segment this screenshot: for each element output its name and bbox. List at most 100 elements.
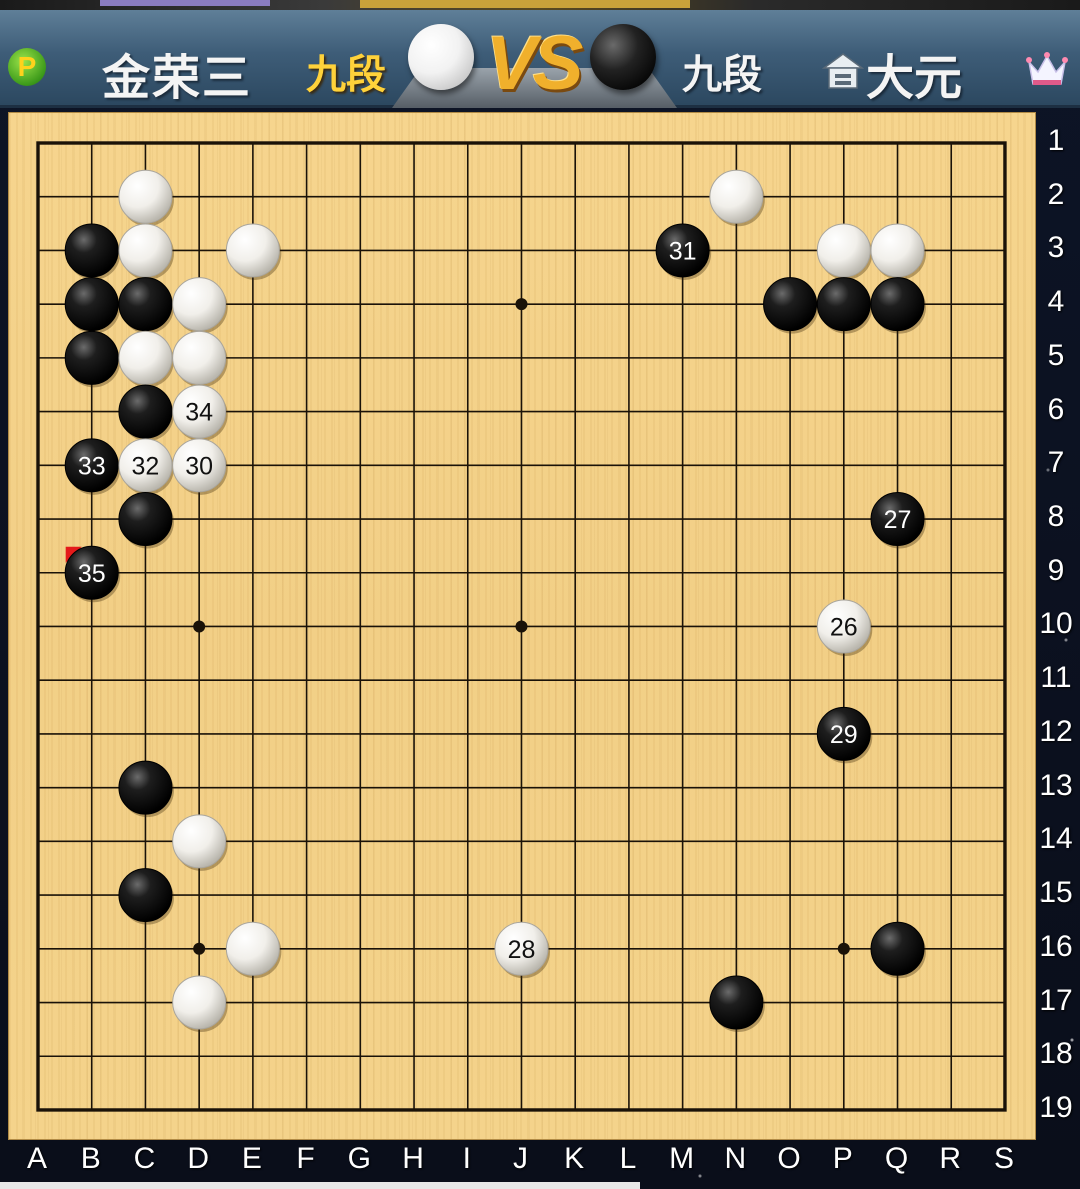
row-label: 1 [1047, 124, 1065, 157]
star-point [515, 298, 528, 311]
black-stone[interactable] [709, 975, 765, 1033]
white-stone[interactable] [172, 975, 228, 1033]
stone-body [172, 975, 227, 1030]
white-stone[interactable] [709, 169, 765, 227]
column-label: B [80, 1142, 101, 1175]
black-stone[interactable] [118, 492, 174, 549]
stone-body [64, 277, 119, 332]
black-stone[interactable]: 27 [870, 492, 927, 549]
stone-body [172, 814, 227, 869]
white-player-rank: 九段 [306, 52, 386, 98]
stone-body [64, 223, 119, 278]
move-number-label: 29 [830, 721, 858, 749]
row-label: 4 [1047, 285, 1065, 319]
white-stone[interactable] [816, 223, 873, 280]
black-stone[interactable] [64, 223, 121, 280]
black-stone[interactable] [870, 921, 927, 979]
column-label: I [462, 1142, 471, 1175]
stone-body [118, 169, 173, 224]
stone-body [870, 277, 925, 332]
stone-body [118, 868, 173, 923]
black-stone[interactable] [816, 277, 873, 334]
row-label: 2 [1047, 177, 1065, 211]
white-stone[interactable] [118, 223, 174, 280]
p-badge-icon[interactable]: P [8, 48, 46, 86]
stone-body [709, 169, 764, 224]
black-stone[interactable] [118, 277, 174, 334]
move-number-label: 28 [508, 936, 536, 964]
stone-body [225, 921, 280, 976]
white-stone[interactable] [118, 330, 174, 388]
board-grid[interactable]: 31 34 33 32 30 27 35 26 29 28 [9, 113, 1035, 1139]
top-strip-segment [100, 0, 270, 6]
white-stone[interactable] [172, 330, 228, 388]
white-stone[interactable] [172, 277, 228, 334]
column-label: P [832, 1142, 853, 1175]
row-label: 16 [1039, 929, 1073, 963]
row-label: 6 [1047, 392, 1065, 426]
bottom-progress-bar [0, 1182, 640, 1189]
row-label: 15 [1039, 876, 1073, 910]
white-stone[interactable] [870, 223, 927, 280]
move-number-label: 32 [132, 452, 160, 480]
row-label: 12 [1039, 714, 1073, 748]
top-strip-segment [360, 0, 690, 8]
row-label: 18 [1039, 1037, 1073, 1071]
players-header: P 金荣三 九段 VS 九段 大元 [0, 10, 1080, 108]
star-point [515, 620, 528, 633]
row-label: 17 [1039, 983, 1073, 1017]
black-stone[interactable] [64, 277, 121, 334]
row-label: 19 [1039, 1090, 1073, 1124]
white-stone[interactable] [225, 223, 282, 280]
column-label: M [669, 1142, 695, 1175]
row-label: 14 [1039, 822, 1073, 856]
column-label: Q [884, 1142, 909, 1175]
row-label: 13 [1039, 768, 1073, 802]
black-player-name: 大元 [866, 50, 963, 106]
stone-body [118, 760, 173, 815]
black-stone[interactable] [118, 868, 174, 925]
go-board[interactable]: 31 34 33 32 30 27 35 26 29 28 [8, 112, 1036, 1140]
white-stone[interactable] [118, 169, 174, 227]
black-stone[interactable]: 31 [655, 223, 712, 280]
stone-body [64, 330, 119, 385]
column-label: J [512, 1142, 528, 1175]
white-stone[interactable]: 32 [118, 438, 174, 495]
white-stone[interactable] [172, 814, 228, 871]
crown-icon[interactable] [1025, 50, 1069, 90]
stone-body [172, 277, 227, 332]
home-icon [822, 53, 864, 89]
black-stone[interactable] [118, 384, 174, 442]
column-label: O [777, 1142, 801, 1175]
black-stone[interactable]: 35 [64, 545, 121, 603]
column-label: H [402, 1142, 424, 1175]
white-player-name: 金荣三 [102, 50, 253, 106]
row-label: 7 [1047, 446, 1065, 480]
stone-body [763, 277, 818, 332]
top-strip [0, 0, 1080, 10]
black-stone[interactable] [118, 760, 174, 818]
white-stone[interactable]: 34 [172, 384, 228, 442]
column-label: K [564, 1142, 585, 1175]
move-number-label: 35 [78, 560, 106, 588]
row-label: 3 [1047, 231, 1065, 265]
white-stone[interactable] [225, 921, 282, 979]
stone-body [118, 384, 173, 439]
black-stone[interactable] [763, 277, 819, 334]
stone-body [870, 223, 925, 278]
move-number-label: 34 [185, 399, 213, 427]
white-stone[interactable]: 26 [816, 599, 873, 656]
white-stone[interactable]: 30 [172, 438, 228, 495]
black-stone[interactable] [64, 330, 121, 388]
stone-body [172, 330, 227, 385]
column-label: G [347, 1142, 371, 1175]
black-stone[interactable]: 29 [816, 706, 873, 764]
column-label: A [26, 1142, 47, 1175]
stone-body [118, 223, 173, 278]
black-stone[interactable] [870, 277, 927, 334]
black-stone[interactable]: 33 [64, 438, 121, 495]
white-stone[interactable]: 28 [494, 921, 550, 979]
stone-body [118, 492, 173, 547]
move-number-label: 27 [884, 506, 912, 534]
row-label: 9 [1047, 553, 1065, 587]
